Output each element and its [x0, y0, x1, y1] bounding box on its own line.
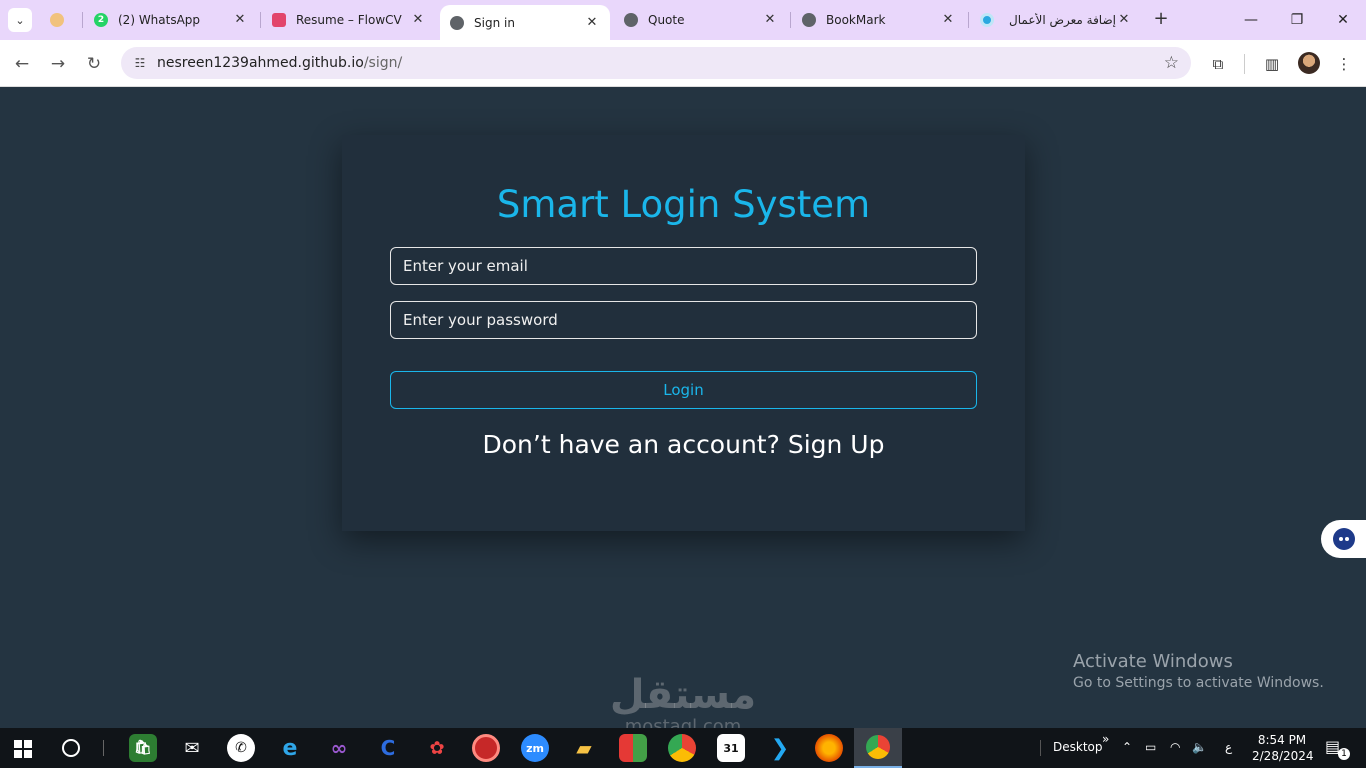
windows-app-icon[interactable] [619, 734, 647, 762]
close-icon[interactable]: ✕ [1116, 12, 1132, 28]
windows-taskbar: 🛍 ✉ ✆ e ∞ C ✿ zm ▰ 31 ❯ Desktop » ⌃ ▭ ◠ … [0, 728, 1366, 768]
tab-title: Resume – FlowCV [296, 13, 402, 27]
browser-toolbar: ← → ↻ ☷ nesreen1239ahmed.github.io/sign/… [0, 40, 1366, 87]
record-icon[interactable] [472, 734, 500, 762]
firefox-icon[interactable] [815, 734, 843, 762]
activate-title: Activate Windows [1073, 651, 1233, 672]
activate-windows-notice: Activate Windows Go to Settings to activ… [1073, 651, 1324, 691]
signup-link[interactable]: Sign Up [788, 430, 885, 459]
restore-icon[interactable]: ❐ [1274, 6, 1320, 34]
email-input[interactable] [390, 247, 977, 285]
person-icon [50, 13, 64, 27]
file-explorer-icon[interactable]: ▰ [570, 734, 598, 762]
mostaql-watermark: مستقل mostaql.com [598, 672, 768, 736]
tab-title: BookMark [826, 13, 886, 27]
close-icon[interactable]: ✕ [762, 12, 778, 28]
whatsapp-app-icon[interactable]: ✆ [227, 734, 255, 762]
url-host: nesreen1239ahmed.github.io [157, 55, 364, 71]
login-button[interactable]: Login [390, 371, 977, 409]
watermark-arabic: مستقل [609, 672, 757, 718]
calendar-icon[interactable]: 31 [717, 734, 745, 762]
whatsapp-icon: 2 [94, 13, 108, 27]
tab-title: Sign in [474, 15, 515, 30]
profile-avatar[interactable] [1298, 52, 1320, 74]
close-icon[interactable]: ✕ [232, 12, 248, 28]
page-title: Smart Login System [496, 183, 871, 226]
close-icon[interactable]: ✕ [584, 15, 600, 31]
url-text[interactable]: nesreen1239ahmed.github.io/sign/ [157, 55, 402, 71]
cortana-circle-icon[interactable] [62, 739, 80, 757]
close-icon[interactable]: ✕ [410, 12, 426, 28]
taskbar-divider [103, 740, 104, 756]
signup-prompt-text: Don’t have an account? [482, 430, 780, 459]
forward-arrow-icon[interactable]: → [45, 51, 71, 77]
flowcv-icon [272, 13, 286, 27]
address-bar[interactable]: ☷ nesreen1239ahmed.github.io/sign/ ☆ [121, 47, 1191, 79]
input-language[interactable]: ع [1225, 740, 1232, 754]
tray-divider [1040, 740, 1041, 756]
edge-icon[interactable]: e [276, 734, 304, 762]
battery-icon[interactable]: ▭ [1145, 740, 1156, 754]
tab-flowcv[interactable]: Resume – FlowCV ✕ [262, 6, 436, 34]
tab-separator [260, 12, 261, 28]
reload-icon[interactable]: ↻ [81, 51, 107, 77]
toolbar-expand-icon[interactable]: » [1102, 732, 1109, 746]
zoom-icon[interactable]: zm [521, 734, 549, 762]
vscode-icon[interactable]: ❯ [766, 734, 794, 762]
tray-chevron-up-icon[interactable]: ⌃ [1122, 740, 1132, 754]
paint-icon[interactable]: ✿ [423, 734, 451, 762]
visual-studio-icon[interactable]: ∞ [325, 734, 353, 762]
chat-widget-button[interactable] [1321, 520, 1366, 558]
tab-strip: ⌄ 2 (2) WhatsApp ✕ Resume – FlowCV ✕ Sig… [0, 0, 1366, 40]
chat-bot-icon [1332, 528, 1355, 550]
mostaql-icon [980, 13, 994, 27]
close-icon[interactable]: ✕ [940, 12, 956, 28]
wifi-icon[interactable]: ◠ [1170, 740, 1180, 754]
tab-title: إضافة معرض الأعمال [1009, 13, 1116, 27]
globe-icon [450, 15, 464, 30]
tab-title: (2) WhatsApp [118, 13, 201, 27]
clock-time: 8:54 PM [1257, 733, 1307, 747]
tab-bookmark[interactable]: BookMark ✕ [792, 6, 966, 34]
password-input[interactable] [390, 301, 977, 339]
signup-prompt-line: Don’t have an account? Sign Up [342, 430, 1025, 459]
tab-separator [790, 12, 791, 28]
site-info-icon[interactable]: ☷ [131, 54, 149, 72]
side-panel-icon[interactable]: ▥ [1260, 52, 1284, 76]
tab-mostaql[interactable]: إضافة معرض الأعمال ✕ [970, 6, 1142, 34]
bookmark-star-icon[interactable]: ☆ [1164, 53, 1179, 73]
tab-quote[interactable]: Quote ✕ [614, 6, 788, 34]
coursera-icon[interactable]: C [374, 734, 402, 762]
menu-kebab-icon[interactable]: ⋮ [1332, 52, 1356, 76]
tab-separator [82, 12, 83, 28]
tab-title: Quote [648, 13, 685, 27]
chrome-logo-icon [866, 735, 890, 759]
extensions-icon[interactable]: ⧉ [1206, 52, 1230, 76]
globe-icon [624, 13, 638, 27]
windows-start-icon[interactable] [14, 740, 32, 758]
tab-person[interactable] [40, 6, 80, 34]
clock-date: 2/28/2024 [1252, 749, 1314, 763]
chrome-icon[interactable] [668, 734, 696, 762]
url-path: /sign/ [363, 55, 403, 71]
system-clock[interactable]: 8:54 PM 2/28/2024 [1252, 732, 1314, 764]
new-tab-button[interactable]: + [1150, 8, 1172, 30]
tab-whatsapp[interactable]: 2 (2) WhatsApp ✕ [84, 6, 258, 34]
tab-search-chevron-icon[interactable]: ⌄ [8, 8, 32, 32]
chrome-active-icon[interactable] [854, 728, 902, 768]
store-icon[interactable]: 🛍 [129, 734, 157, 762]
back-arrow-icon[interactable]: ← [9, 51, 35, 77]
minimize-icon[interactable]: — [1228, 6, 1274, 34]
tab-sign-in[interactable]: Sign in ✕ [440, 5, 610, 40]
desktop-toolbar-label[interactable]: Desktop [1053, 740, 1103, 754]
notification-count: 1 [1338, 748, 1350, 760]
tab-separator [968, 12, 969, 28]
globe-icon [802, 13, 816, 27]
volume-icon[interactable]: 🔈 [1192, 740, 1207, 754]
toolbar-divider [1244, 54, 1245, 74]
window-close-icon[interactable]: ✕ [1320, 6, 1366, 34]
mail-icon[interactable]: ✉ [178, 734, 206, 762]
activate-subtitle: Go to Settings to activate Windows. [1073, 675, 1324, 691]
